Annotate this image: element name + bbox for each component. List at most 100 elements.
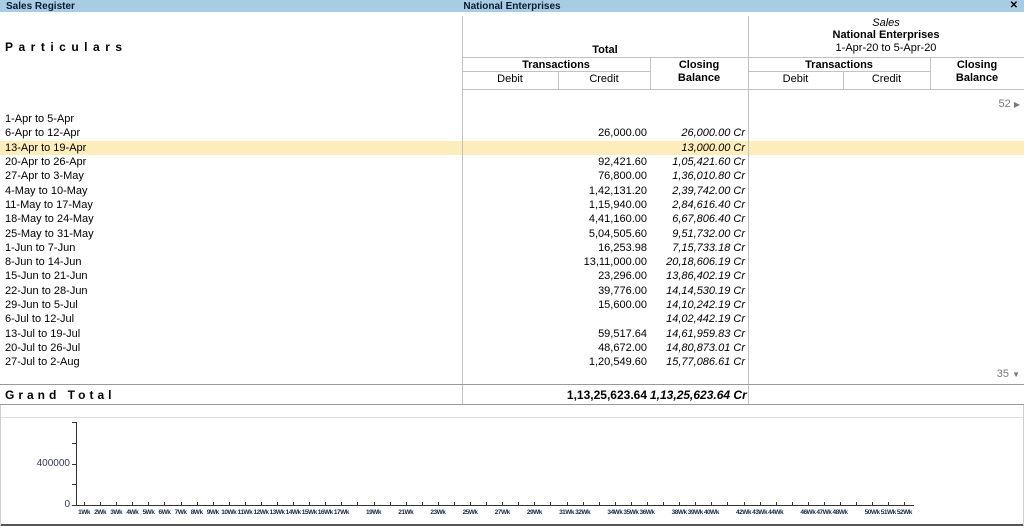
close-icon[interactable]: ✕ [1010,0,1018,11]
header-rule [930,57,931,89]
debit-header-right: Debit [782,73,809,85]
triangle-down-icon: ▼ [1012,370,1020,379]
table-row[interactable]: 6-Jul to 12-Jul 14,02,442.19 Cr [0,312,1024,326]
table-row[interactable]: 20-Jul to 26-Jul 48,672.00 14,80,873.01 Cr [0,341,1024,355]
particulars-label: Particulars [5,40,128,54]
debit-header-left: Debit [497,73,523,85]
x-axis-tick [453,502,455,505]
table-row[interactable]: 20-Apr to 26-Apr 92,421.60 1,05,421.60 Cr [0,155,1024,169]
closing-balance-cell: 26,000.00 Cr [681,127,745,140]
x-axis-tick [534,502,536,505]
closing-balance-cell: 9,51,732.00 Cr [672,227,745,240]
right-company-name: National Enterprises [832,29,940,41]
table-row[interactable]: 13-Apr to 19-Apr 13,000.00 Cr [0,140,1024,155]
table-row[interactable]: 4-May to 10-May 1,42,131.20 2,39,742.00 Cr [0,183,1024,197]
x-axis-tick [405,502,407,505]
triangle-right-icon: ▶ [1013,100,1020,109]
x-axis-tick [856,502,858,505]
closing-balance-cell: 6,67,806.40 Cr [672,213,745,226]
x-axis-tick [309,502,311,505]
column-separator [462,16,463,404]
x-axis-tick [840,502,841,505]
x-axis-week-label: 21Wk [398,509,414,516]
period-cell: 15-Jun to 21-Jun [5,270,88,283]
period-cell: 1-Apr to 5-Apr [5,113,75,126]
table-row[interactable]: 6-Apr to 12-Apr 26,000.00 26,000.00 Cr [0,126,1024,140]
y-axis-label: 400000 [36,457,70,469]
period-cell: 27-Apr to 3-May [5,170,84,183]
credit-cell: 39,776.00 [598,284,647,297]
right-report-name: Sales [872,17,900,29]
credit-cell: 16,253.98 [598,241,647,254]
y-axis-tick [72,484,76,486]
table-row[interactable]: 1-Apr to 5-Apr [0,112,1024,126]
credit-cell: 4,41,160.00 [588,213,647,226]
table-row[interactable]: 13-Jul to 19-Jul 59,517.64 14,61,959.83 Cr [0,326,1024,340]
x-axis-tick [679,502,681,505]
x-axis-tick [389,502,391,505]
x-axis-tick [293,502,295,505]
table-row[interactable]: 11-May to 17-May 1,15,940.00 2,84,616.40 C… [0,198,1024,212]
x-axis-tick [775,502,777,505]
closing-balance-cell: 14,61,959.83 Cr [666,327,745,340]
closing-balance-header-left: Closing Balance [677,59,721,84]
header-rule [462,71,650,72]
x-axis-tick [277,502,279,505]
credit-cell: 48,672.00 [598,341,647,354]
table-row[interactable]: 25-May to 31-May 5,04,505.60 9,51,732.00 C… [0,226,1024,240]
credit-cell: 15,600.00 [598,299,647,311]
header-rule [650,57,651,89]
table-row[interactable]: 18-May to 24-May 4,41,160.00 6,67,806.40 C… [0,212,1024,226]
x-axis-tick [695,502,697,505]
closing-balance-cell: 7,15,733.18 Cr [672,241,745,254]
credit-header-right: Credit [871,73,902,85]
closing-balance-cell: 1,36,010.80 Cr [672,170,745,183]
closing-balance-cell: 20,18,606.19 Cr [666,256,745,269]
table-row[interactable]: 15-Jun to 21-Jun 23,296.00 13,86,402.19 Cr [0,269,1024,283]
credit-cell: 1,15,940.00 [588,198,647,211]
period-cell: 18-May to 24-May [5,213,94,226]
x-axis-tick [373,502,375,505]
table-row[interactable]: 22-Jun to 28-Jun 39,776.00 14,14,530.19 Cr [0,284,1024,298]
credit-cell: 59,517.64 [598,327,647,340]
x-axis-tick [212,502,214,505]
x-axis-tick [807,502,809,505]
transactions-header-right: Transactions [805,59,873,71]
x-axis-week-label: 23Wk [430,509,446,516]
credit-cell: 1,20,549.60 [588,356,647,369]
table-row[interactable]: 27-Apr to 3-May 76,800.00 1,36,010.80 Cr [0,169,1024,183]
table-row[interactable]: 27-Jul to 2-Aug 1,20,549.60 15,77,086.61 C… [0,355,1024,369]
x-axis-tick [228,502,230,505]
x-axis-tick [470,502,472,505]
scroll-down-indicator[interactable]: 35 ▼ [997,368,1020,380]
header-rule [748,71,930,72]
right-period: 1-Apr-20 to 5-Apr-20 [835,42,937,54]
table-row[interactable]: 1-Jun to 7-Jun 16,253.98 7,15,733.18 Cr [0,241,1024,255]
x-axis-week-label: 40Wk [703,509,719,516]
closing-balance-cell: 13,000.00 Cr [681,141,745,154]
period-cell: 29-Jun to 5-Jul [5,299,78,311]
title-bar: Sales Register National Enterprises ✕ [0,0,1024,13]
closing-balance-header-right: Closing Balance [955,59,999,84]
period-cell: 20-Jul to 26-Jul [5,341,81,354]
scroll-up-indicator[interactable]: 52 ▶ [999,98,1020,110]
panel-separator [748,16,749,404]
table-row[interactable]: 8-Jun to 14-Jun 13,11,000.00 20,18,606.19 … [0,255,1024,269]
period-cell: 1-Jun to 7-Jun [5,241,76,254]
x-axis-tick [260,502,262,505]
grand-total-label: Grand Total [5,387,116,402]
x-axis-tick [148,502,150,505]
x-axis-week-label: 44Wk [768,509,784,516]
x-axis-tick [646,502,648,505]
period-cell: 13-Jul to 19-Jul [5,327,81,340]
y-axis-label: 0 [64,499,70,510]
table-row[interactable]: 29-Jun to 5-Jul 15,600.00 14,10,242.19 Cr [0,298,1024,312]
x-axis-tick [437,502,439,505]
grand-total-credit: 1,13,25,623.64 [566,387,647,402]
x-axis-tick [872,502,874,505]
period-cell: 25-May to 31-May [5,227,94,240]
x-axis-tick [582,502,584,505]
weekly-sales-chart: 0 400000 1Wk 2Wk 3Wk 4Wk 5Wk 6Wk 7Wk 8Wk 9Wk 10Wk 11… [0,405,1024,526]
x-axis-tick [100,502,102,505]
x-axis-tick [132,502,134,505]
